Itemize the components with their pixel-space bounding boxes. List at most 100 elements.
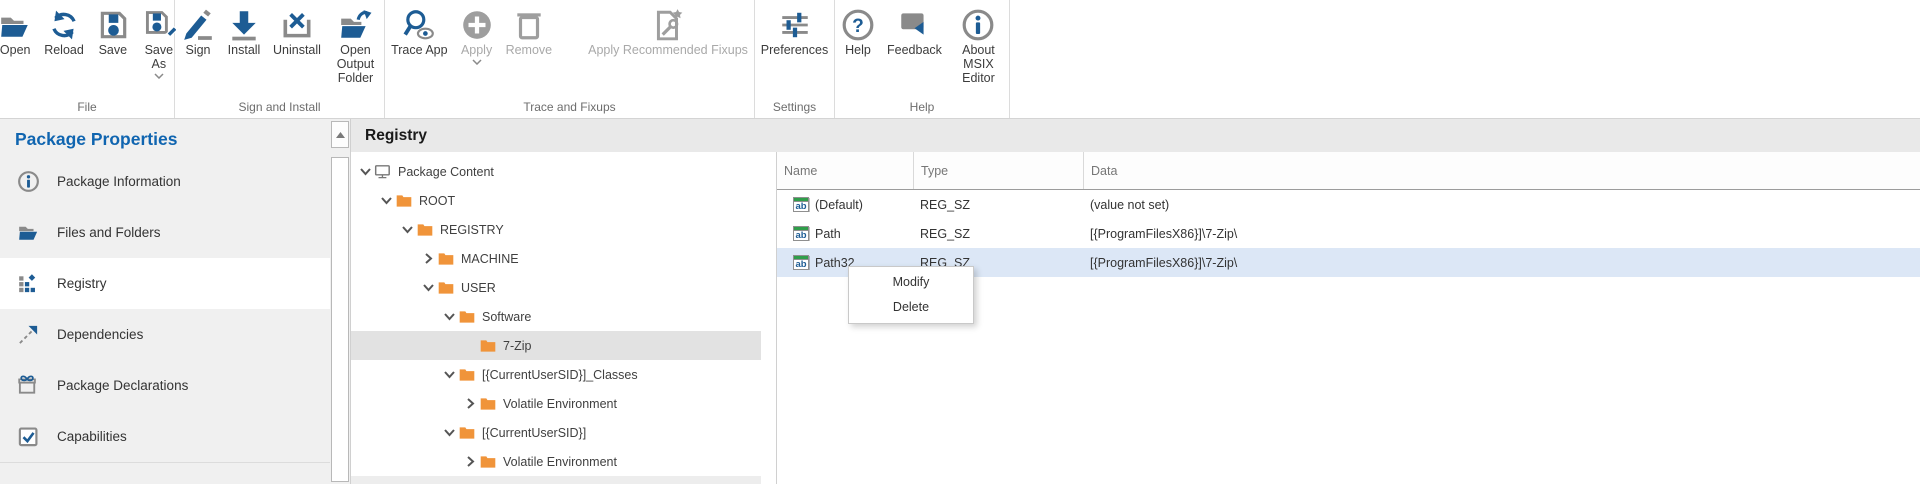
- content-panel: Registry Package Content ROOT REGISTRYMACH…: [350, 119, 1920, 484]
- tree-horizontal-scrollbar[interactable]: [351, 476, 761, 484]
- tree-node-currentusersid[interactable]: [{CurrentUserSID}]: [351, 418, 776, 447]
- ribbon-button-preferences[interactable]: Preferences: [755, 4, 834, 59]
- sidebar-item-dependencies[interactable]: Dependencies: [0, 309, 330, 360]
- chevron-down-icon[interactable]: [378, 194, 395, 207]
- chevron-right-icon[interactable]: [462, 397, 479, 410]
- tree-node-label: Software: [482, 310, 531, 324]
- computer-icon: [374, 163, 392, 181]
- folder-icon: [437, 279, 455, 297]
- ribbon-button-trace-app[interactable]: Trace App: [385, 4, 454, 59]
- chevron-right-icon[interactable]: [420, 252, 437, 265]
- tree-node-label: Volatile Environment: [503, 397, 617, 411]
- ribbon-button-label: Open: [0, 43, 30, 57]
- tree-node-software[interactable]: Software: [351, 302, 776, 331]
- chevron-down-icon[interactable]: [441, 426, 458, 439]
- context-menu-item-delete[interactable]: Delete: [849, 295, 973, 320]
- open-icon: [0, 6, 32, 43]
- ribbon-button-label: Save: [99, 43, 128, 57]
- tree-node-label: [{CurrentUserSID}]: [482, 426, 586, 440]
- column-header-name[interactable]: Name: [777, 152, 913, 189]
- ribbon-button-sign[interactable]: Sign: [175, 4, 221, 59]
- scrollbar-up-button[interactable]: [331, 121, 349, 148]
- ribbon-button-label: Install: [228, 43, 261, 57]
- sidebar-item-label: Package Declarations: [57, 378, 188, 393]
- triangle-up-icon: [336, 132, 345, 138]
- folder-icon: [458, 366, 476, 384]
- apply-recommended-fixups-icon: [651, 6, 685, 43]
- page-title: Registry: [351, 119, 1920, 152]
- ribbon-button-open-output-folder[interactable]: Open Output Folder: [327, 4, 384, 87]
- folder-icon: [479, 337, 497, 355]
- folder-icon: [479, 395, 497, 413]
- sidebar-item-files-and-folders[interactable]: Files and Folders: [0, 207, 330, 258]
- ribbon-group-sign-and-install: Sign Install UninstallOpen Output Folder Si…: [175, 0, 385, 118]
- context-menu: ModifyDelete: [848, 266, 974, 324]
- tree-node-currentusersid-classes[interactable]: [{CurrentUserSID}]_Classes: [351, 360, 776, 389]
- tree-node-registry[interactable]: REGISTRY: [351, 215, 776, 244]
- sidebar-item-package-declarations[interactable]: Package Declarations: [0, 360, 330, 411]
- chevron-down-icon[interactable]: [399, 223, 416, 236]
- ribbon-button-apply: Apply: [454, 4, 500, 67]
- sign-icon: [181, 6, 215, 43]
- tree-node-machine[interactable]: MACHINE: [351, 244, 776, 273]
- ribbon-group-settings: PreferencesSettings: [755, 0, 835, 118]
- sidebar-title: Package Properties: [0, 119, 330, 156]
- folder-icon: [479, 453, 497, 471]
- sidebar-scrollbar[interactable]: [330, 119, 350, 484]
- chevron-right-icon[interactable]: [462, 455, 479, 468]
- trace-app-icon: [402, 6, 436, 43]
- dropdown-chevron-icon: [472, 58, 482, 65]
- folder-icon: [395, 192, 413, 210]
- tree-node-label: ROOT: [419, 194, 455, 208]
- sidebar-item-package-information[interactable]: Package Information: [0, 156, 330, 207]
- value-data: [{ProgramFilesX86}]\7-Zip\: [1083, 256, 1920, 270]
- value-type: REG_SZ: [913, 198, 1083, 212]
- apply-icon: [460, 6, 494, 43]
- context-menu-item-modify[interactable]: Modify: [849, 270, 973, 295]
- ribbon-button-save[interactable]: Save: [90, 4, 136, 59]
- ribbon-button-about-msix-editor[interactable]: About MSIX Editor: [948, 4, 1009, 87]
- column-header-type[interactable]: Type: [913, 152, 1083, 189]
- files-folders-icon: [16, 221, 40, 245]
- ribbon-button-remove: Remove: [500, 4, 559, 59]
- table-row-default[interactable]: ab(Default)REG_SZ(value not set): [777, 190, 1920, 219]
- sidebar-item-label: Capabilities: [57, 429, 127, 444]
- ribbon-button-label: Apply: [461, 43, 492, 57]
- table-row-path[interactable]: abPathREG_SZ[{ProgramFilesX86}]\7-Zip\: [777, 219, 1920, 248]
- scrollbar-thumb[interactable]: [331, 157, 349, 482]
- save-as-icon: [142, 6, 176, 43]
- chevron-down-icon[interactable]: [441, 368, 458, 381]
- chevron-down-icon[interactable]: [357, 165, 374, 178]
- dropdown-chevron-icon[interactable]: [154, 72, 164, 79]
- ribbon-button-help[interactable]: ?Help: [835, 4, 881, 59]
- ribbon-button-install[interactable]: Install: [221, 4, 267, 59]
- ribbon-button-label: Sign: [185, 43, 210, 57]
- ribbon-button-label: About MSIX Editor: [954, 43, 1003, 85]
- ribbon-button-uninstall[interactable]: Uninstall: [267, 4, 327, 59]
- column-header-data[interactable]: Data: [1083, 152, 1920, 189]
- ribbon-button-reload[interactable]: Reload: [38, 4, 90, 59]
- ribbon-button-label: Remove: [506, 43, 553, 57]
- folder-icon: [437, 250, 455, 268]
- tree-node-volatile-environment[interactable]: Volatile Environment: [351, 447, 776, 476]
- sidebar-item-registry[interactable]: Registry: [0, 258, 330, 309]
- tree-node-label: Package Content: [398, 165, 494, 179]
- ribbon-button-open[interactable]: Open: [0, 4, 38, 59]
- chevron-down-icon[interactable]: [441, 310, 458, 323]
- tree-node-label: [{CurrentUserSID}]_Classes: [482, 368, 638, 382]
- ribbon-button-feedback[interactable]: Feedback: [881, 4, 948, 59]
- tree-node-user[interactable]: USER: [351, 273, 776, 302]
- ribbon-group-trace-and-fixups: Trace AppApplyRemoveApply Recommended Fi…: [385, 0, 755, 118]
- about-icon: [961, 6, 995, 43]
- chevron-down-icon[interactable]: [420, 281, 437, 294]
- sidebar-item-capabilities[interactable]: Capabilities: [0, 411, 330, 462]
- tree-node-root[interactable]: ROOT: [351, 186, 776, 215]
- sidebar-item-label: Dependencies: [57, 327, 143, 342]
- tree-node-package-content[interactable]: Package Content: [351, 157, 776, 186]
- sidebar: Package Properties Package InformationFi…: [0, 119, 330, 484]
- tree-node-7-zip[interactable]: 7-Zip: [351, 331, 761, 360]
- reload-icon: [47, 6, 81, 43]
- string-value-icon: ab: [793, 255, 809, 270]
- tree-node-volatile-environment[interactable]: Volatile Environment: [351, 389, 776, 418]
- ribbon-group-label: Sign and Install: [175, 98, 384, 118]
